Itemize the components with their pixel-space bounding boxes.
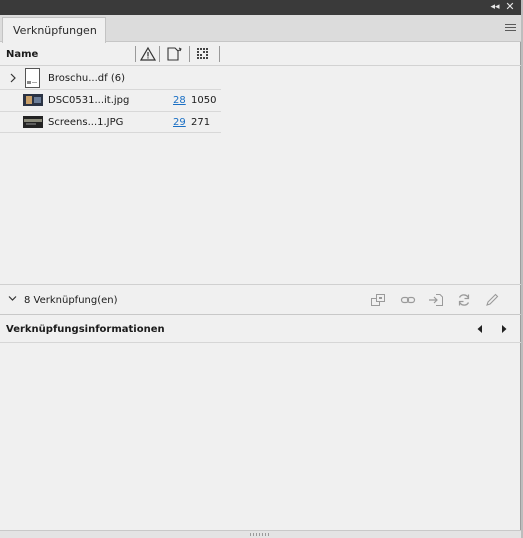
next-link-icon[interactable] — [499, 324, 509, 334]
list-item[interactable]: DSC0531...it.jpg 28 1050 — [0, 89, 221, 111]
tab-links-label: Verknüpfungen — [13, 24, 97, 37]
panel-titlebar: ◂◂ ✕ — [0, 0, 521, 15]
page-number-link[interactable]: 29 — [173, 117, 186, 128]
row-divider — [0, 132, 221, 133]
list-item[interactable]: Screens...1.JPG 29 271 — [0, 111, 221, 133]
image-thumbnail-icon — [23, 116, 43, 128]
link-size: 271 — [191, 117, 211, 128]
link-count: 8 Verknüpfung(en) — [24, 295, 118, 306]
image-thumbnail-icon — [23, 94, 43, 106]
chevron-down-icon[interactable] — [8, 294, 17, 303]
tab-links[interactable]: Verknüpfungen — [2, 17, 106, 43]
chevron-right-icon[interactable] — [9, 73, 17, 83]
resize-grip[interactable] — [0, 530, 521, 538]
column-separator — [135, 46, 136, 62]
collapse-panel-icon[interactable]: ◂◂ — [489, 2, 501, 13]
tab-strip: Verknüpfungen — [0, 15, 521, 43]
size-column-icon[interactable] — [195, 46, 211, 62]
link-size: 1050 — [191, 95, 217, 106]
update-link-icon[interactable] — [456, 292, 472, 308]
link-name: Broschu...df (6) — [48, 73, 126, 84]
column-name-label[interactable]: Name — [6, 49, 38, 60]
relink-from-cc-icon[interactable] — [370, 292, 386, 308]
column-header: Name — [0, 42, 521, 66]
column-separator — [189, 46, 190, 62]
page-column-icon[interactable] — [166, 46, 182, 62]
grip-dots — [250, 533, 270, 536]
edit-original-icon[interactable] — [484, 292, 500, 308]
column-separator — [159, 46, 160, 62]
link-name: DSC0531...it.jpg — [48, 95, 130, 106]
panel-menu-icon[interactable] — [505, 24, 516, 33]
close-panel-icon[interactable]: ✕ — [504, 1, 516, 13]
warning-status-icon[interactable] — [140, 46, 156, 62]
link-info-title: Verknüpfungsinformationen — [6, 324, 165, 335]
column-separator — [219, 46, 220, 62]
links-footer: 8 Verknüpfung(en) — [0, 284, 521, 315]
document-thumbnail-icon — [25, 68, 40, 88]
link-name: Screens...1.JPG — [48, 117, 124, 128]
link-info-header: Verknüpfungsinformationen — [0, 316, 521, 343]
page-number-link[interactable]: 28 — [173, 95, 186, 106]
relink-icon[interactable] — [400, 292, 416, 308]
go-to-link-icon[interactable] — [428, 292, 444, 308]
list-item[interactable]: Broschu...df (6) — [0, 67, 221, 89]
previous-link-icon[interactable] — [475, 324, 485, 334]
links-panel: ◂◂ ✕ Verknüpfungen Name Broschu...df (6)… — [0, 0, 521, 538]
